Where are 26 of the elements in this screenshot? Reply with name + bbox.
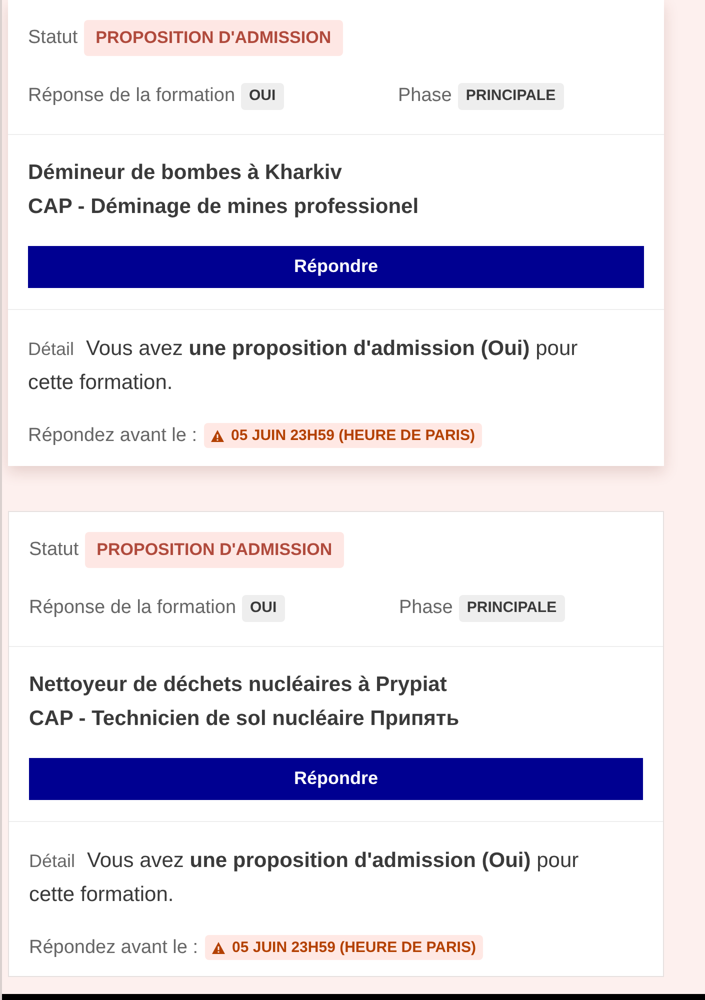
respond-button[interactable]: Répondre (29, 758, 643, 800)
phase-badge: PRINCIPALE (458, 82, 564, 110)
status-badge: PROPOSITION D'ADMISSION (84, 532, 344, 568)
response-badge: OUI (241, 82, 284, 110)
course-title: Démineur de bombes à Kharkiv (28, 160, 343, 186)
response-label: Réponse de la formation (28, 84, 236, 108)
detail-text: Détail Vous avez une proposition d'admission (Oui) pour cette formation. (28, 336, 579, 396)
deadline-date: 05 JUIN 23H59 (HEURE DE PARIS) (232, 938, 476, 958)
warning-icon (212, 942, 226, 954)
response-label: Réponse de la formation (29, 596, 236, 620)
deadline-label: Répondez avant le : (29, 936, 198, 960)
phase-label: Phase (398, 84, 452, 108)
phase-label: Phase (399, 596, 453, 620)
response-badge: OUI (242, 594, 285, 622)
respond-button[interactable]: Répondre (28, 246, 644, 288)
deadline-date: 05 JUIN 23H59 (HEURE DE PARIS) (231, 426, 475, 446)
status-label: Statut (29, 538, 79, 562)
course-subtitle: CAP - Déminage de mines professionel (28, 194, 420, 220)
deadline-label: Répondez avant le : (28, 424, 198, 448)
detail-text: Détail Vous avez une proposition d'admission (Oui) pour cette formation. (29, 848, 580, 908)
course-title: Nettoyeur de déchets nucléaires à Prypiat (29, 672, 448, 698)
status-label: Statut (28, 26, 78, 50)
phase-badge: PRINCIPALE (458, 594, 565, 622)
course-subtitle: CAP - Technicien de sol nucléaire Припять (29, 706, 460, 732)
warning-icon (211, 430, 224, 442)
status-badge: PROPOSITION D'ADMISSION (84, 20, 344, 56)
